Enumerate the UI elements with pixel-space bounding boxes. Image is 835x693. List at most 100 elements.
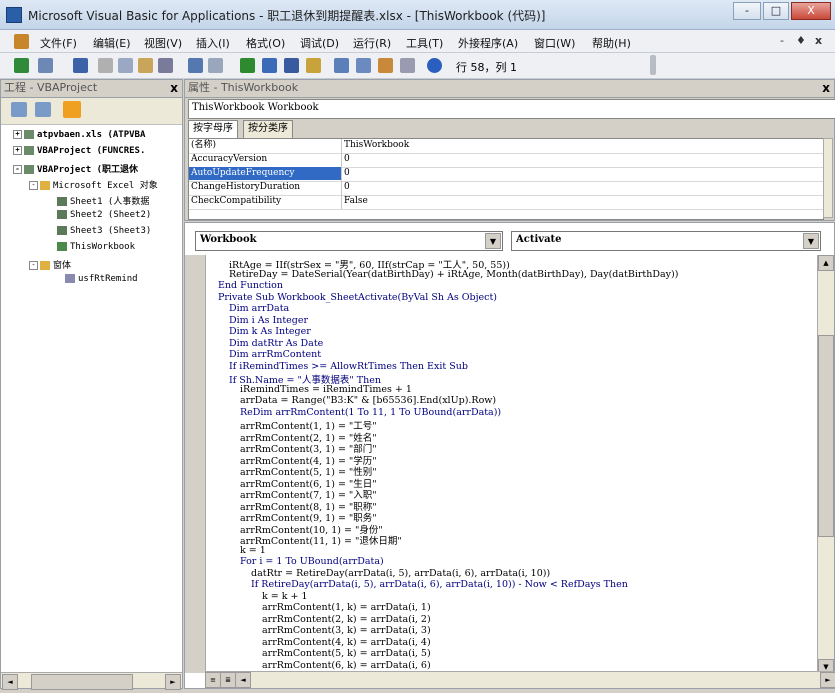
code-line[interactable]: Dim arrRmContent (207, 349, 321, 360)
code-line[interactable]: arrRmContent(4, k) = arrData(i, 4) (207, 637, 431, 648)
find-icon[interactable] (158, 58, 173, 73)
code-line[interactable]: k = 1 (207, 545, 266, 556)
code-line[interactable]: arrData = Range("B3:K" & [b65536].End(xl… (207, 395, 496, 406)
save-icon[interactable] (73, 58, 88, 73)
object-selector[interactable]: ThisWorkbook Workbook (188, 99, 835, 119)
tab-categorized[interactable]: 按分类序 (243, 120, 293, 138)
code-hscrollbar[interactable]: ≡ ≣ ◄ ► (205, 671, 835, 688)
object-browser-icon[interactable] (378, 58, 393, 73)
vba-app-icon[interactable] (6, 7, 22, 23)
collapse-icon[interactable]: - (29, 181, 38, 190)
scroll-thumb[interactable] (31, 674, 133, 690)
tree-node[interactable]: - VBAProject (职工退休 (13, 162, 138, 175)
excel-view-icon[interactable] (14, 34, 29, 49)
menu-edit[interactable]: 编辑(E) (93, 35, 131, 51)
code-editor[interactable]: iRtAge = IIf(strSex = "男", 60, IIf(strCa… (207, 257, 812, 671)
code-line[interactable]: Dim arrData (207, 303, 289, 314)
property-row[interactable]: (名称) ThisWorkbook (189, 139, 823, 154)
menu-window[interactable]: 窗口(W) (534, 35, 575, 51)
menu-file[interactable]: 文件(F) (40, 35, 77, 51)
code-line[interactable]: Dim i As Integer (207, 315, 308, 326)
collapse-icon[interactable]: - (29, 261, 38, 270)
view-code-icon[interactable] (11, 102, 27, 117)
tree-node[interactable]: - Microsoft Excel 对象 (29, 178, 158, 191)
toolbox-icon[interactable] (400, 58, 415, 73)
code-line[interactable]: Dim k As Integer (207, 326, 311, 337)
mdi-close-button[interactable]: x (815, 34, 822, 47)
menu-format[interactable]: 格式(O) (246, 35, 285, 51)
code-line[interactable]: arrRmContent(6, k) = arrData(i, 6) (207, 660, 431, 671)
property-row[interactable]: AccuracyVersion 0 (189, 153, 823, 168)
project-pane-close-button[interactable]: x (170, 80, 178, 96)
code-line[interactable]: RetireDay = DateSerial(Year(datBirthDay)… (207, 269, 678, 280)
property-row[interactable]: CheckCompatibility False (189, 195, 823, 210)
object-combo[interactable]: Workbook ▼ (195, 231, 503, 251)
view-excel-icon[interactable] (14, 58, 29, 73)
code-line[interactable]: Dim datRtr As Date (207, 338, 323, 349)
project-hscrollbar[interactable]: ◄ ► (1, 672, 182, 690)
view-object-icon[interactable] (35, 102, 51, 117)
properties-window-icon[interactable] (356, 58, 371, 73)
menu-addins[interactable]: 外接程序(A) (458, 35, 518, 51)
tree-node[interactable]: Sheet3 (Sheet3) (57, 226, 151, 236)
tree-node[interactable]: + VBAProject (FUNCRES. (13, 146, 145, 156)
run-icon[interactable] (240, 58, 255, 73)
properties-vscrollbar[interactable] (823, 138, 833, 218)
project-explorer-icon[interactable] (334, 58, 349, 73)
scroll-right-icon[interactable]: ► (820, 672, 835, 688)
expand-icon[interactable]: + (13, 130, 22, 139)
code-line[interactable]: If RetireDay(arrData(i, 5), arrData(i, 6… (207, 579, 628, 590)
code-line[interactable]: arrRmContent(5, k) = arrData(i, 5) (207, 648, 431, 659)
code-line[interactable]: End Function (207, 280, 283, 291)
scroll-left-icon[interactable]: ◄ (235, 672, 251, 688)
code-line[interactable]: datRtr = RetireDay(arrData(i, 5), arrDat… (207, 568, 550, 579)
break-icon[interactable] (262, 58, 277, 73)
tree-node[interactable]: ThisWorkbook (57, 242, 135, 252)
tree-node[interactable]: - 窗体 (29, 258, 71, 271)
scroll-thumb[interactable] (818, 335, 834, 537)
code-margin[interactable] (185, 255, 206, 673)
tree-node[interactable]: Sheet2 (Sheet2) (57, 210, 151, 220)
code-line[interactable]: arrRmContent(2, k) = arrData(i, 2) (207, 614, 431, 625)
tree-node[interactable]: usfRtRemind (65, 274, 138, 284)
full-module-view-icon[interactable]: ≣ (220, 672, 236, 688)
help-icon[interactable] (427, 58, 442, 73)
properties-pane-close-button[interactable]: x (822, 80, 830, 96)
chevron-down-icon[interactable]: ▼ (803, 233, 819, 249)
tree-node[interactable]: Sheet1 (人事数据 (57, 194, 149, 207)
procedure-combo[interactable]: Activate ▼ (511, 231, 821, 251)
code-vscrollbar[interactable]: ▲ ▼ (817, 255, 834, 675)
code-line[interactable]: arrRmContent(1, k) = arrData(i, 1) (207, 602, 431, 613)
scroll-left-icon[interactable]: ◄ (2, 674, 18, 690)
code-line[interactable]: If iRemindTimes >= AllowRtTimes Then Exi… (207, 361, 468, 372)
close-button[interactable]: X (791, 2, 831, 20)
paste-icon[interactable] (138, 58, 153, 73)
maximize-button[interactable]: □ (763, 2, 789, 20)
code-line[interactable]: For i = 1 To UBound(arrData) (207, 556, 384, 567)
collapse-icon[interactable]: - (13, 165, 22, 174)
copy-icon[interactable] (118, 58, 133, 73)
cut-icon[interactable] (98, 58, 113, 73)
chevron-down-icon[interactable]: ▼ (485, 233, 501, 249)
procedure-view-icon[interactable]: ≡ (205, 672, 221, 688)
scroll-right-icon[interactable]: ► (165, 674, 181, 690)
toggle-folders-icon[interactable] (63, 101, 81, 118)
reset-icon[interactable] (284, 58, 299, 73)
minimize-button[interactable]: - (733, 2, 761, 20)
insert-module-icon[interactable] (38, 58, 53, 73)
code-line[interactable]: arrRmContent(3, k) = arrData(i, 3) (207, 625, 431, 636)
toolbar-grip[interactable] (650, 55, 656, 75)
undo-icon[interactable] (188, 58, 203, 73)
code-line[interactable]: iRemindTimes = iRemindTimes + 1 (207, 384, 412, 395)
property-row[interactable]: ChangeHistoryDuration 0 (189, 181, 823, 196)
code-line[interactable]: k = k + 1 (207, 591, 308, 602)
menu-tools[interactable]: 工具(T) (406, 35, 443, 51)
expand-icon[interactable]: + (13, 146, 22, 155)
code-line[interactable]: Private Sub Workbook_SheetActivate(ByVal… (207, 292, 497, 303)
code-line[interactable]: ReDim arrRmContent(1 To 11, 1 To UBound(… (207, 407, 501, 418)
menu-help[interactable]: 帮助(H) (592, 35, 631, 51)
menu-debug[interactable]: 调试(D) (300, 35, 339, 51)
scroll-up-icon[interactable]: ▲ (818, 255, 834, 271)
tree-node[interactable]: + atpvbaen.xls (ATPVBA (13, 130, 145, 140)
redo-icon[interactable] (208, 58, 223, 73)
